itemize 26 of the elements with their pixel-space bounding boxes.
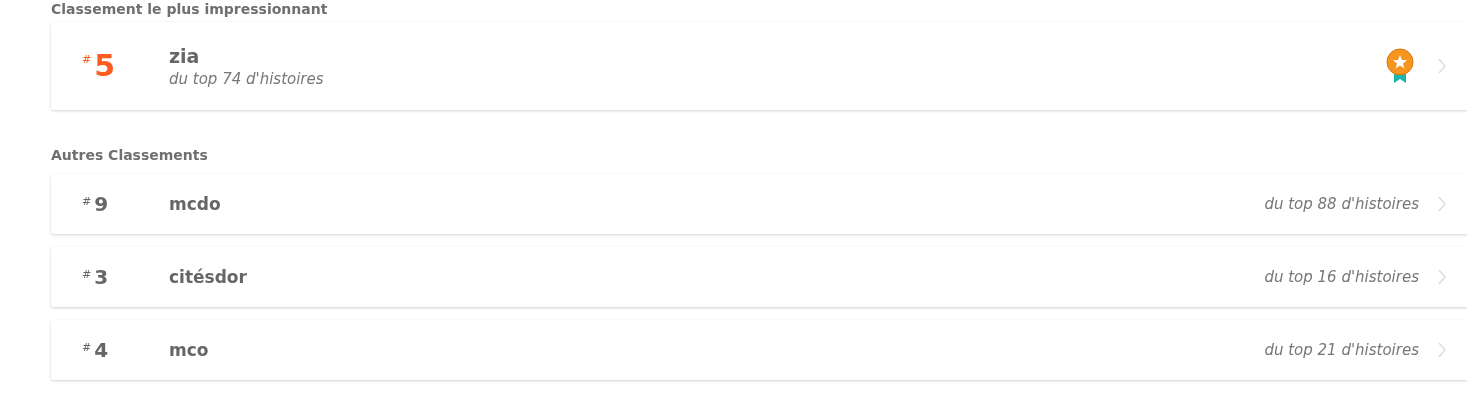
section-heading: Autres Classements [51,146,209,164]
hash-mark: # [82,195,92,208]
chevron-icon [1437,195,1447,213]
hash-mark: # [82,268,92,281]
story-name: citésdor [169,267,248,287]
story-name: mco [169,340,210,360]
rank-subtitle: du top 74 d'histoires [169,69,325,88]
chevron-icon [1437,341,1447,359]
story-name: mcdo [169,194,222,214]
hash-mark: # [82,53,92,66]
ranking-card[interactable]: #5 zia du top 74 d'histoires [51,22,1467,110]
story-name: zia [169,44,201,67]
ranking-card[interactable]: #3 citésdor du top 16 d'histoires [51,247,1467,307]
rank-number: 9 [94,193,109,215]
ranking-card[interactable]: #4 mco du top 21 d'histoires [51,320,1467,380]
rank-number: 5 [94,51,116,81]
rank-subtitle: du top 16 d'histoires [1264,268,1419,286]
rank-subtitle: du top 21 d'histoires [1264,341,1419,359]
section-heading: Classement le plus impressionnant [51,0,329,18]
rank-number: 4 [94,339,109,361]
ranking-card[interactable]: #9 mcdo du top 88 d'histoires [51,174,1467,234]
chevron-icon [1437,268,1447,286]
rank-subtitle: du top 88 d'histoires [1264,195,1419,213]
hash-mark: # [82,341,92,354]
rank-number: 3 [94,266,109,288]
chevron-icon [1437,57,1447,75]
